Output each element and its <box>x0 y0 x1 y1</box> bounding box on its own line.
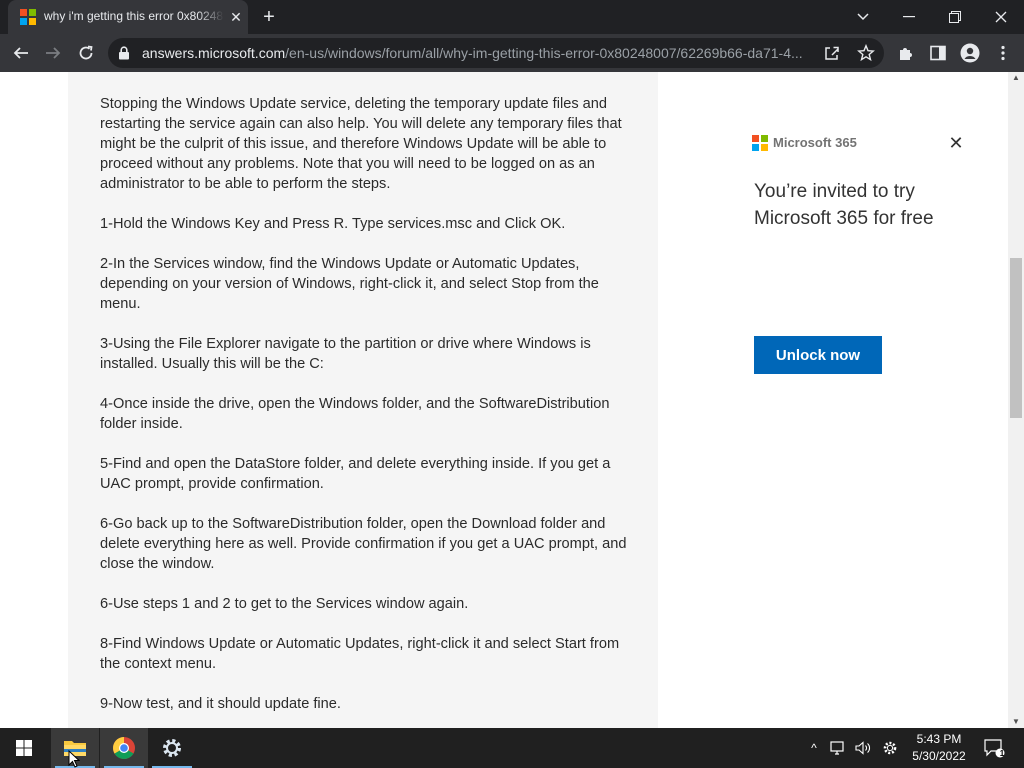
step-9: 9-Now test, and it should update fine. <box>100 696 341 712</box>
browser-menu-icon[interactable] <box>990 40 1016 66</box>
step-8: 8-Find Windows Update or Automatic Updat… <box>100 636 620 672</box>
settings-gear-icon <box>163 739 181 757</box>
step-3: 3-Using the File Explorer navigate to th… <box>100 336 591 372</box>
scroll-up-arrow-icon[interactable]: ▲ <box>1008 72 1024 84</box>
taskbar: ^ 5:43 PM 5/30/2022 1 <box>0 728 1024 768</box>
step-7: 6-Use steps 1 and 2 to get to the Servic… <box>100 596 469 612</box>
file-explorer-taskbar-button[interactable] <box>51 728 99 768</box>
side-panel-icon[interactable] <box>925 40 951 66</box>
tab-title: why i'm getting this error 0x80248007 <box>44 9 224 23</box>
bookmark-star-icon[interactable] <box>857 43 875 62</box>
tab-close-icon[interactable]: ✕ <box>228 9 244 25</box>
page-scrollbar[interactable]: ▲ ▼ <box>1008 72 1024 728</box>
share-icon[interactable] <box>824 45 840 61</box>
settings-taskbar-button[interactable] <box>148 728 196 768</box>
lock-icon[interactable] <box>118 46 132 60</box>
step-2: 2-In the Services window, find the Windo… <box>100 256 599 312</box>
step-4: 4-Once inside the drive, open the Window… <box>100 396 610 432</box>
unlock-now-button[interactable]: Unlock now <box>754 336 882 374</box>
system-clock[interactable]: 5:43 PM 5/30/2022 <box>908 731 970 767</box>
extensions-puzzle-icon[interactable] <box>893 40 919 66</box>
chrome-taskbar-button[interactable] <box>100 728 148 768</box>
restore-button[interactable] <box>932 0 978 34</box>
scrollbar-thumb[interactable] <box>1010 258 1022 418</box>
step-5: 5-Find and open the DataStore folder, an… <box>100 456 611 492</box>
ad-brand: Microsoft 365 <box>773 135 857 150</box>
tab-strip: why i'm getting this error 0x80248007 ✕ … <box>0 0 1024 34</box>
address-bar[interactable]: answers.microsoft.com/en-us/windows/foru… <box>108 38 884 68</box>
browser-toolbar: answers.microsoft.com/en-us/windows/foru… <box>0 34 1024 72</box>
tab-search-chevron-icon[interactable] <box>840 0 886 34</box>
web-page: Stopping the Windows Update service, del… <box>0 72 1008 728</box>
chrome-icon <box>113 737 135 759</box>
notification-count: 1 <box>999 749 1005 758</box>
clock-date: 5/30/2022 <box>912 749 966 763</box>
scroll-down-arrow-icon[interactable]: ▼ <box>1008 716 1024 728</box>
answer-text: Stopping the Windows Update service, del… <box>100 94 630 728</box>
close-window-button[interactable] <box>978 0 1024 34</box>
url-host: answers.microsoft.com <box>142 45 286 61</box>
minimize-button[interactable] <box>886 0 932 34</box>
browser-tab[interactable]: why i'm getting this error 0x80248007 ✕ <box>8 0 248 34</box>
url-path: /en-us/windows/forum/all/why-im-getting-… <box>285 45 803 61</box>
settings-tray-gear-icon[interactable] <box>880 738 900 758</box>
step-1: 1-Hold the Windows Key and Press R. Type… <box>100 216 566 232</box>
url-text: answers.microsoft.com/en-us/windows/foru… <box>142 45 822 61</box>
forward-arrow-icon[interactable] <box>40 40 66 66</box>
start-button[interactable] <box>0 728 48 768</box>
microsoft-favicon-icon <box>20 9 36 25</box>
notification-center-icon[interactable]: 1 <box>982 736 1006 760</box>
windows-logo-icon <box>16 740 32 756</box>
mouse-cursor-icon <box>68 750 80 768</box>
ad-close-icon[interactable]: ✕ <box>946 133 966 153</box>
paragraph: Stopping the Windows Update service, del… <box>100 96 622 192</box>
microsoft-logo-icon <box>752 135 768 151</box>
show-hidden-icons-chevron-icon[interactable]: ^ <box>804 738 824 758</box>
volume-icon[interactable] <box>853 738 873 758</box>
profile-avatar-icon[interactable] <box>957 40 983 66</box>
answer-body: Stopping the Windows Update service, del… <box>68 72 658 728</box>
new-tab-button[interactable]: + <box>258 6 280 28</box>
reload-icon[interactable] <box>73 40 99 66</box>
step-6: 6-Go back up to the SoftwareDistribution… <box>100 516 627 572</box>
clock-time: 5:43 PM <box>916 732 962 746</box>
ad-headline: You’re invited to try Microsoft 365 for … <box>754 181 934 229</box>
network-icon[interactable] <box>828 738 848 758</box>
back-arrow-icon[interactable] <box>8 40 34 66</box>
